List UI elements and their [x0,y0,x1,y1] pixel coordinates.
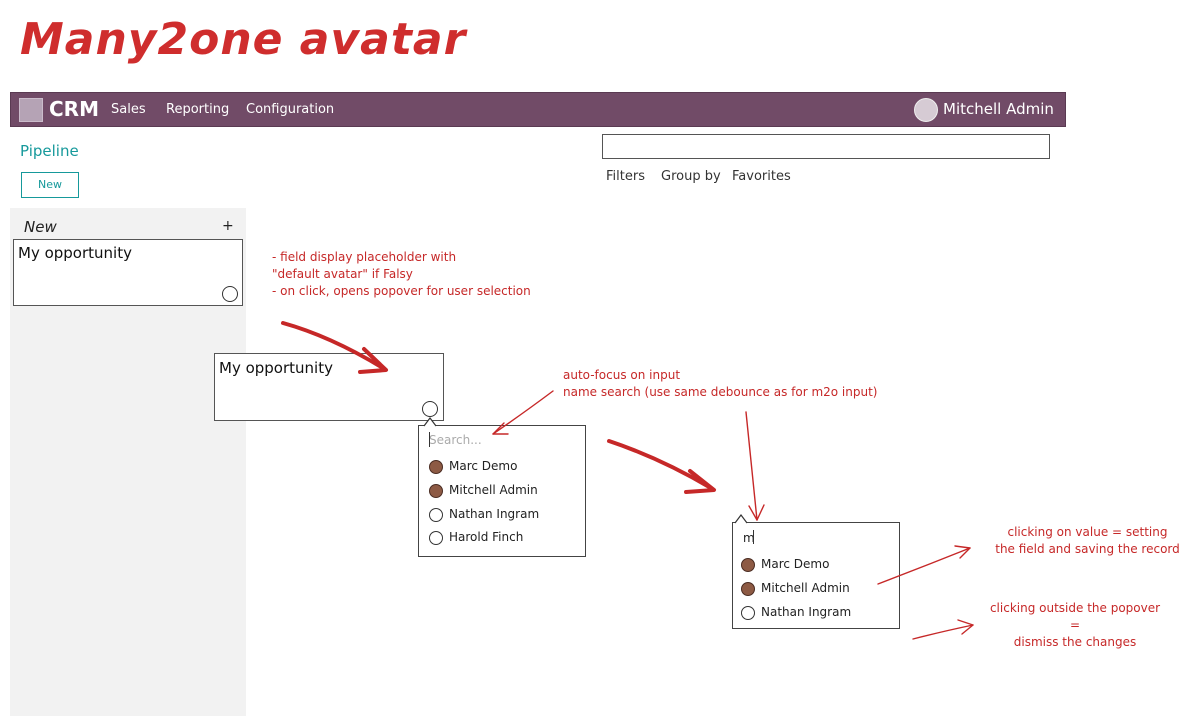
popover-caret [423,417,437,427]
popover-caret [734,514,748,524]
arrow-to-query-input [745,411,758,521]
annotation-arrows [281,321,974,640]
arrow-to-filtered-popover [607,439,713,490]
arrowhead [954,545,971,559]
arrow-to-zoomed-card [281,321,385,370]
arrow-to-click-value [877,547,971,585]
arrow-to-search-input [492,390,554,435]
